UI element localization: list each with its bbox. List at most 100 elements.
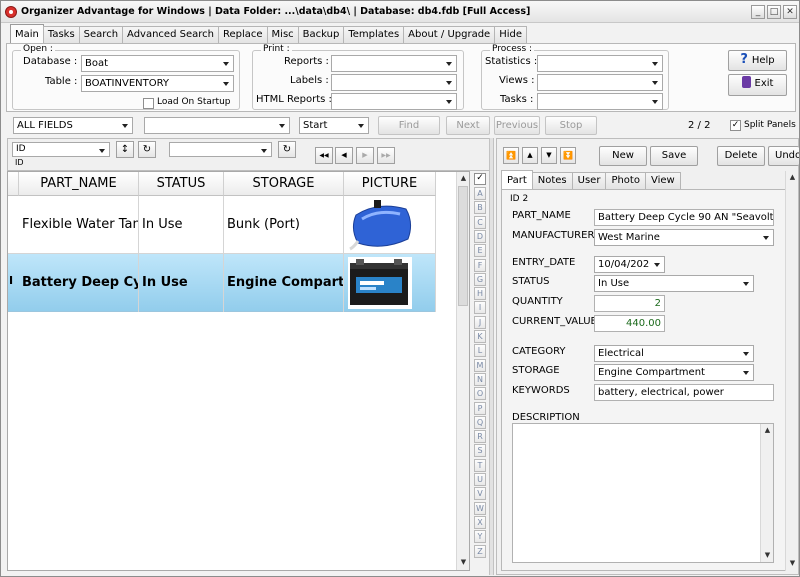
tab-replace[interactable]: Replace — [217, 26, 268, 44]
scroll-up-icon[interactable]: ▲ — [786, 171, 799, 184]
undo-record-button[interactable]: Undo — [768, 146, 799, 166]
alphabet-filter-checkbox[interactable]: ✓ — [474, 173, 486, 185]
alpha-filter-g[interactable]: G — [474, 272, 486, 286]
tab-misc[interactable]: Misc — [266, 26, 299, 44]
delete-record-button[interactable]: Delete — [717, 146, 765, 166]
column-header-picture[interactable]: PICTURE — [344, 172, 436, 196]
tab-user[interactable]: User — [571, 172, 607, 190]
scroll-up-icon[interactable]: ▲ — [457, 172, 470, 185]
next-record-button[interactable]: ▶ — [356, 147, 374, 164]
column-header-part-name[interactable]: PART_NAME — [19, 172, 139, 196]
quantity-field[interactable]: 2 — [594, 295, 665, 312]
alpha-filter-s[interactable]: S — [474, 444, 486, 458]
status-combo[interactable]: In Use — [594, 275, 754, 292]
save-record-button[interactable]: Save — [650, 146, 698, 166]
find-button[interactable]: Find — [378, 116, 440, 135]
description-textarea[interactable]: ▲ ▼ — [512, 423, 774, 563]
tab-backup[interactable]: Backup — [297, 26, 345, 44]
help-button[interactable]: ? Help — [728, 50, 787, 71]
tab-main[interactable]: Main — [10, 24, 44, 44]
alpha-filter-e[interactable]: E — [474, 244, 486, 258]
records-grid[interactable]: PART_NAME STATUS STORAGE PICTURE Flexibl… — [7, 171, 470, 571]
storage-combo[interactable]: Engine Compartment — [594, 364, 754, 381]
tab-about-upgrade[interactable]: About / Upgrade — [403, 26, 496, 44]
alpha-filter-x[interactable]: X — [474, 515, 486, 529]
close-button[interactable]: ✕ — [783, 5, 797, 19]
tab-search[interactable]: Search — [78, 26, 124, 44]
stop-button[interactable]: Stop — [545, 116, 597, 135]
tab-templates[interactable]: Templates — [343, 26, 405, 44]
tab-part[interactable]: Part — [501, 170, 533, 190]
column-header-status[interactable]: STATUS — [139, 172, 224, 196]
alpha-filter-n[interactable]: N — [474, 372, 486, 386]
previous-button[interactable]: Previous — [494, 116, 540, 135]
minimize-button[interactable]: _ — [751, 5, 765, 19]
tab-tasks[interactable]: Tasks — [42, 26, 80, 44]
table-row[interactable]: Flexible Water Tank In Use Bunk (Port) — [8, 196, 436, 254]
scroll-down-icon[interactable]: ▼ — [786, 557, 799, 570]
search-field-combo[interactable]: ALL FIELDS — [13, 117, 133, 134]
split-panels-checkbox[interactable]: ✓ — [730, 120, 741, 131]
alpha-filter-c[interactable]: C — [474, 215, 486, 229]
table-combo[interactable]: BOATINVENTORY — [81, 75, 234, 92]
tasks-combo[interactable] — [537, 93, 663, 110]
alpha-filter-f[interactable]: F — [474, 258, 486, 272]
search-text-combo[interactable] — [144, 117, 290, 134]
database-combo[interactable]: Boat — [81, 55, 234, 72]
last-record-button[interactable]: ▶▶ — [377, 147, 395, 164]
refresh-filter-button[interactable]: ↻ — [278, 141, 296, 158]
alpha-filter-i[interactable]: I — [474, 301, 486, 315]
alpha-filter-q[interactable]: Q — [474, 415, 486, 429]
labels-combo[interactable] — [331, 74, 457, 91]
views-combo[interactable] — [537, 74, 663, 91]
search-condition-combo[interactable]: Start — [299, 117, 369, 134]
previous-record-button[interactable]: ◀ — [335, 147, 353, 164]
scroll-down-icon[interactable]: ▼ — [761, 549, 774, 562]
splitter-handle[interactable] — [489, 138, 494, 575]
keywords-field[interactable]: battery, electrical, power — [594, 384, 774, 401]
grid-vertical-scrollbar[interactable]: ▲ ▼ — [456, 172, 469, 570]
column-header-storage[interactable]: STORAGE — [224, 172, 344, 196]
tab-photo[interactable]: Photo — [605, 172, 646, 190]
move-down-button[interactable]: ▼ — [541, 147, 557, 164]
part-name-field[interactable]: Battery Deep Cycle 90 AN "Seavolt" (SA — [594, 209, 774, 226]
alpha-filter-a[interactable]: A — [474, 187, 486, 200]
alpha-filter-u[interactable]: U — [474, 473, 486, 486]
alpha-filter-j[interactable]: J — [474, 315, 486, 329]
statistics-combo[interactable] — [537, 55, 663, 72]
alpha-filter-k[interactable]: K — [474, 330, 486, 343]
alpha-filter-h[interactable]: H — [474, 287, 486, 301]
scroll-up-icon[interactable]: ▲ — [761, 424, 774, 437]
alpha-filter-w[interactable]: W — [474, 501, 486, 515]
alpha-filter-p[interactable]: P — [474, 401, 486, 415]
category-combo[interactable]: Electrical — [594, 345, 754, 362]
exit-button[interactable]: Exit — [728, 74, 787, 96]
new-record-button[interactable]: New — [599, 146, 647, 166]
detail-vertical-scrollbar[interactable]: ▲ ▼ — [785, 171, 798, 571]
alpha-filter-y[interactable]: Y — [474, 530, 486, 544]
alpha-filter-r[interactable]: R — [474, 430, 486, 444]
alpha-filter-l[interactable]: L — [474, 344, 486, 358]
table-row[interactable]: I Battery Deep Cycle In Use Engine Compa… — [8, 254, 436, 312]
current-value-field[interactable]: 440.00 — [594, 315, 665, 332]
alpha-filter-m[interactable]: M — [474, 358, 486, 372]
html-reports-combo[interactable] — [331, 93, 457, 110]
title-bar[interactable]: Organizer Advantage for Windows | Data F… — [1, 1, 799, 23]
alpha-filter-v[interactable]: V — [474, 487, 486, 501]
entry-date-picker[interactable]: 10/04/2020 — [594, 256, 665, 273]
move-top-button[interactable]: ⏫ — [503, 147, 519, 164]
alpha-filter-t[interactable]: T — [474, 458, 486, 472]
manufacturer-combo[interactable]: West Marine — [594, 229, 774, 246]
sort-order-button[interactable]: ↕ — [116, 141, 134, 158]
reports-combo[interactable] — [331, 55, 457, 72]
alpha-filter-o[interactable]: O — [474, 387, 486, 401]
sort-field-combo[interactable]: ID — [12, 142, 110, 157]
tab-notes[interactable]: Notes — [531, 172, 573, 190]
grid-scroll-thumb[interactable] — [458, 186, 468, 306]
move-bottom-button[interactable]: ⏬ — [560, 147, 576, 164]
tab-advanced-search[interactable]: Advanced Search — [122, 26, 219, 44]
alpha-filter-z[interactable]: Z — [474, 544, 486, 558]
refresh-sort-button[interactable]: ↻ — [138, 141, 156, 158]
move-up-button[interactable]: ▲ — [522, 147, 538, 164]
first-record-button[interactable]: ◀◀ — [315, 147, 333, 164]
